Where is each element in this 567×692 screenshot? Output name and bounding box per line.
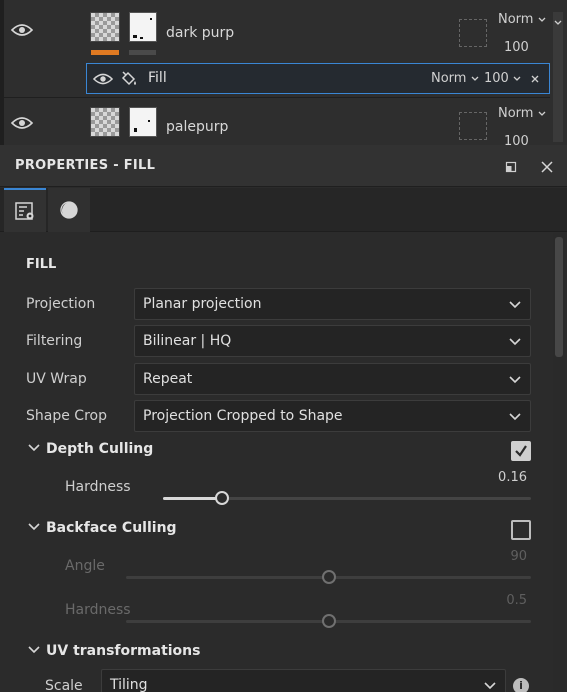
- settings-list-icon: [15, 202, 34, 220]
- chevron-down-icon: [509, 338, 521, 346]
- tab-material[interactable]: [48, 188, 90, 232]
- uv-transformations-label: UV transformations: [46, 643, 201, 659]
- properties-scrollbar[interactable]: [553, 233, 565, 692]
- depth-culling-label: Depth Culling: [46, 441, 154, 457]
- scale-label: Scale: [45, 678, 83, 692]
- eye-icon[interactable]: [11, 116, 33, 130]
- shape-crop-label: Shape Crop: [26, 408, 107, 424]
- uv-transformations-toggle[interactable]: UV transformations: [28, 643, 200, 659]
- backface-hardness-value: 0.5: [506, 593, 527, 608]
- layer-thumbnail[interactable]: [90, 12, 120, 42]
- layer-mask-thumbnail[interactable]: [129, 107, 157, 137]
- depth-hardness-slider-handle[interactable]: [214, 491, 229, 505]
- info-icon[interactable]: i: [513, 678, 529, 692]
- layer-row[interactable]: palepurp Norm 100: [4, 97, 550, 149]
- backface-hardness-slider-handle: [321, 614, 336, 628]
- uv-wrap-label: UV Wrap: [26, 371, 87, 387]
- chevron-down-icon: [538, 17, 546, 22]
- projection-label: Projection: [26, 296, 96, 312]
- layer-mask-thumbnail[interactable]: [129, 12, 157, 42]
- shape-crop-dropdown[interactable]: Projection Cropped to Shape: [134, 400, 531, 432]
- chevron-down-icon: [484, 682, 496, 690]
- fill-blend-mode-dropdown[interactable]: Norm: [431, 71, 479, 86]
- properties-header: PROPERTIES - FILL: [0, 145, 567, 187]
- depth-culling-checkbox[interactable]: [511, 441, 531, 461]
- projection-dropdown[interactable]: Planar projection: [134, 288, 531, 320]
- empty-slot: [459, 112, 487, 140]
- layer-name[interactable]: dark purp: [166, 25, 234, 41]
- empty-slot: [459, 19, 487, 47]
- mask-tag-bar: [129, 50, 156, 55]
- backface-angle-label: Angle: [65, 558, 105, 574]
- chevron-down-icon: [471, 76, 479, 81]
- scale-dropdown[interactable]: Tiling: [101, 669, 506, 692]
- chevron-down-icon: [509, 413, 521, 421]
- blend-mode-value: Norm: [498, 106, 534, 121]
- blend-mode-dropdown[interactable]: Norm: [498, 12, 546, 27]
- uv-wrap-value: Repeat: [143, 371, 193, 387]
- eye-icon[interactable]: [11, 23, 33, 37]
- properties-content: FILL Projection Planar projection Filter…: [0, 233, 552, 692]
- depth-culling-toggle[interactable]: Depth Culling: [28, 441, 153, 457]
- layer-name[interactable]: palepurp: [166, 119, 228, 135]
- undock-icon[interactable]: [505, 161, 517, 173]
- backface-culling-toggle[interactable]: Backface Culling: [28, 520, 177, 536]
- properties-scrollbar-thumb[interactable]: [555, 237, 563, 357]
- chevron-down-icon: [538, 111, 546, 116]
- layer-stack: dark purp Norm 100 Fill Norm 100 palepur…: [0, 0, 567, 150]
- scale-value: Tiling: [110, 677, 148, 692]
- layer-row[interactable]: dark purp Norm 100: [4, 0, 550, 62]
- backface-culling-checkbox[interactable]: [511, 520, 531, 540]
- filtering-dropdown[interactable]: Bilinear | HQ: [134, 325, 531, 357]
- chevron-down-icon: [509, 376, 521, 384]
- filtering-value: Bilinear | HQ: [143, 333, 232, 349]
- material-sphere-icon: [60, 201, 78, 219]
- chevron-down-icon: [28, 523, 40, 531]
- layers-scrollbar[interactable]: [553, 12, 563, 142]
- backface-culling-label: Backface Culling: [46, 520, 177, 536]
- chevron-down-icon: [554, 20, 562, 25]
- layer-thumbnail[interactable]: [90, 107, 120, 137]
- fill-opacity-value: 100: [484, 71, 509, 86]
- page-title: PROPERTIES - FILL: [15, 158, 156, 173]
- backface-angle-value: 90: [510, 549, 527, 564]
- properties-tabbar: [0, 188, 567, 232]
- backface-angle-slider-handle: [321, 570, 336, 584]
- chevron-down-icon: [28, 646, 40, 654]
- depth-hardness-value[interactable]: 0.16: [467, 470, 527, 485]
- uv-wrap-dropdown[interactable]: Repeat: [134, 363, 531, 395]
- close-icon[interactable]: [530, 74, 540, 84]
- layer-opacity[interactable]: 100: [504, 40, 529, 55]
- fill-opacity-dropdown[interactable]: 100: [484, 71, 521, 86]
- blend-mode-value: Norm: [498, 12, 534, 27]
- section-title: FILL: [26, 257, 57, 272]
- fill-effect-name: Fill: [148, 70, 167, 86]
- fill-effect-row[interactable]: Fill Norm 100: [86, 63, 550, 94]
- orange-tag-bar: [91, 50, 119, 55]
- fill-blend-mode-value: Norm: [431, 71, 467, 86]
- blend-mode-dropdown[interactable]: Norm: [498, 106, 546, 121]
- chevron-down-icon: [28, 444, 40, 452]
- backface-hardness-label: Hardness: [65, 602, 131, 618]
- chevron-down-icon: [513, 76, 521, 81]
- shape-crop-value: Projection Cropped to Shape: [143, 408, 343, 424]
- paint-bucket-icon: [121, 71, 136, 86]
- filtering-label: Filtering: [26, 333, 83, 349]
- checkmark-icon: [515, 445, 527, 457]
- close-icon[interactable]: [540, 160, 554, 174]
- eye-icon[interactable]: [93, 72, 113, 86]
- depth-hardness-label: Hardness: [65, 479, 131, 495]
- properties-panel: PROPERTIES - FILL FILL Projection Planar…: [0, 145, 567, 692]
- chevron-down-icon: [509, 301, 521, 309]
- depth-hardness-slider-fill: [163, 497, 222, 500]
- tab-fill-settings[interactable]: [4, 188, 46, 232]
- projection-value: Planar projection: [143, 296, 262, 312]
